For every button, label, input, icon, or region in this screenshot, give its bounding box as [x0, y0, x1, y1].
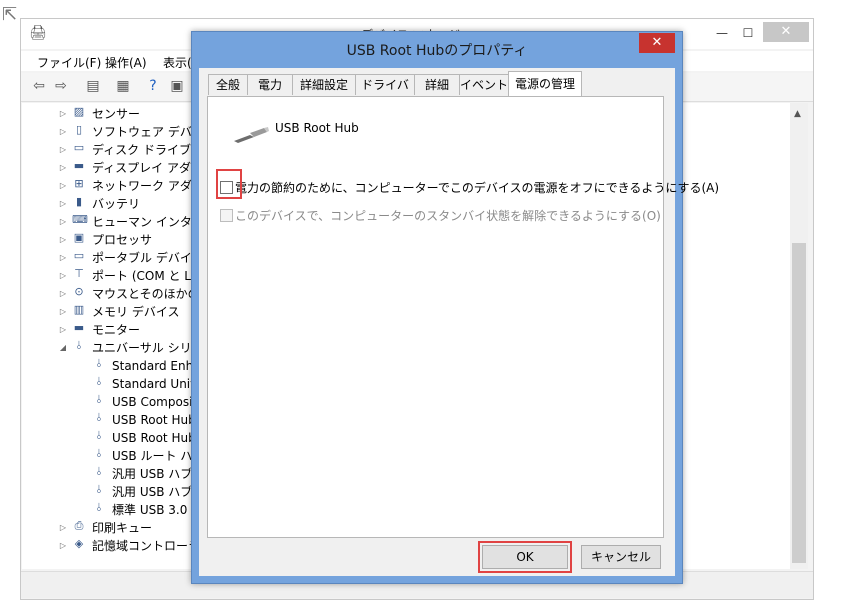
menu-file[interactable]: ファイル(F) — [37, 54, 101, 71]
checkbox-highlight-box — [216, 169, 242, 199]
tree-item-label: センサー — [92, 107, 141, 121]
scroll-up-icon[interactable]: ▲ — [794, 109, 801, 119]
expand-arrow-icon[interactable]: ▷ — [58, 321, 68, 339]
expand-arrow-icon[interactable]: ▷ — [58, 159, 68, 177]
tree-item-label: ディスク ドライブ — [92, 143, 191, 157]
tab-driver[interactable]: ドライバー — [355, 74, 415, 112]
expand-arrow-icon[interactable]: ▷ — [58, 285, 68, 303]
expand-arrow-icon[interactable]: ▷ — [58, 141, 68, 159]
portable-device-icon: ▭ — [73, 249, 85, 262]
processor-icon: ▣ — [73, 231, 85, 244]
usb-icon: ⫰ — [96, 483, 102, 496]
expand-arrow-icon[interactable]: ▷ — [58, 213, 68, 231]
tree-item-label: 印刷キュー — [92, 521, 153, 535]
minimize-icon[interactable]: — — [711, 25, 733, 41]
tree-item-label: USB Root Hub — [112, 431, 196, 445]
usb-device-icon — [234, 127, 269, 143]
tree-item-label: モニター — [92, 323, 141, 337]
properties-dialog: USB Root Hubのプロパティ ✕ 全般 電力 詳細設定 ドライバー 詳細… — [191, 31, 719, 584]
expand-arrow-icon[interactable]: ▷ — [58, 537, 68, 555]
monitor-icon: ▬ — [73, 321, 85, 334]
tree-item-label: 標準 USB 3.0 ( — [112, 503, 196, 517]
usb-icon: ⫰ — [76, 339, 82, 352]
maximize-icon[interactable]: ☐ — [737, 25, 759, 41]
usb-icon: ⫰ — [96, 411, 102, 424]
usb-icon: ⫰ — [96, 501, 102, 514]
device-manager-app-icon: 🖨 — [29, 25, 47, 41]
view-icon[interactable]: ▣ — [169, 78, 185, 94]
menu-action[interactable]: 操作(A) — [105, 54, 147, 71]
menu-view[interactable]: 表示( — [163, 54, 192, 71]
tab-power[interactable]: 電力 — [247, 74, 293, 95]
usb-icon: ⫰ — [96, 375, 102, 388]
tree-item-label: 汎用 USB ハブ — [112, 485, 193, 499]
display-adapter-icon: ▬ — [73, 159, 85, 172]
device-name: USB Root Hub — [275, 121, 359, 135]
mouse-icon: ⊙ — [74, 285, 84, 298]
tree-item-label: USB Composit — [112, 395, 198, 409]
usb-icon: ⫰ — [96, 465, 102, 478]
expand-arrow-icon[interactable]: ▷ — [58, 249, 68, 267]
ok-highlight-box — [478, 541, 572, 573]
scrollbar-thumb[interactable] — [792, 243, 806, 563]
dialog-close-icon[interactable]: ✕ — [639, 33, 675, 53]
power-management-panel: USB Root Hub 電力の節約のために、コンピューターでこのデバイスの電源… — [207, 96, 719, 538]
allow-wake-checkbox[interactable] — [220, 209, 233, 222]
expand-arrow-icon[interactable]: ▷ — [58, 303, 68, 321]
usb-icon: ⫰ — [96, 447, 102, 460]
expand-arrow-icon[interactable]: ▷ — [58, 267, 68, 285]
tree-item-label: メモリ デバイス — [92, 305, 180, 319]
window-close-icon[interactable]: ✕ — [763, 22, 809, 42]
software-device-icon: ▯ — [75, 123, 83, 136]
tab-general[interactable]: 全般 — [208, 74, 248, 95]
console-tree-icon[interactable]: ▤ — [85, 78, 101, 94]
network-adapter-icon: ⊞ — [74, 177, 84, 190]
tree-item-label: ポータブル デバイス — [92, 251, 204, 265]
cancel-button[interactable]: キャンセル — [581, 545, 661, 569]
storage-controller-icon: ◈ — [74, 537, 84, 550]
battery-icon: ▮ — [75, 195, 83, 208]
forward-arrow-icon[interactable]: ⇨ — [53, 78, 69, 94]
sensor-icon: ▨ — [73, 105, 85, 118]
memory-icon: ▥ — [73, 303, 85, 316]
dialog-body: 全般 電力 詳細設定 ドライバー 詳細 イベント USB Root Hub 電力… — [199, 68, 719, 576]
tab-events[interactable]: イベント — [459, 74, 509, 95]
collapse-arrow-icon[interactable]: ◢ — [58, 339, 68, 357]
expand-arrow-icon[interactable]: ▷ — [58, 195, 68, 213]
disk-drive-icon: ▭ — [73, 141, 85, 154]
tree-item-label: プロセッサ — [92, 233, 153, 247]
tab-details[interactable]: 詳細 — [414, 74, 460, 95]
allow-power-off-label[interactable]: 電力の節約のために、コンピューターでこのデバイスの電源をオフにできるようにする(… — [235, 179, 719, 196]
dialog-title: USB Root Hubのプロパティ — [346, 43, 528, 59]
properties-icon[interactable]: ▦ — [115, 78, 131, 94]
tab-advanced[interactable]: 詳細設定 — [292, 74, 356, 95]
help-icon[interactable]: ? — [145, 78, 161, 94]
tree-item-label: バッテリ — [92, 197, 141, 211]
tree-item-label: Standard Enha — [112, 359, 201, 373]
usb-icon: ⫰ — [96, 393, 102, 406]
mouse-cursor-icon: ⇱ — [2, 4, 18, 25]
tree-item-label: 汎用 USB ハブ — [112, 467, 193, 481]
expand-arrow-icon[interactable]: ▷ — [58, 177, 68, 195]
tab-power-management[interactable]: 電源の管理 — [508, 71, 582, 96]
expand-arrow-icon[interactable]: ▷ — [58, 231, 68, 249]
tree-item-label: ポート (COM と LPT — [92, 269, 206, 283]
usb-icon: ⫰ — [96, 429, 102, 442]
tree-item-label: Standard Univ — [112, 377, 198, 391]
expand-arrow-icon[interactable]: ▷ — [58, 123, 68, 141]
expand-arrow-icon[interactable]: ▷ — [58, 105, 68, 123]
usb-icon: ⫰ — [96, 357, 102, 370]
port-icon: ⊤ — [74, 267, 84, 280]
allow-wake-label: このデバイスで、コンピューターのスタンバイ状態を解除できるようにする(O) — [235, 209, 661, 223]
hid-icon: ⌨ — [72, 213, 88, 226]
printer-icon: ⎙ — [74, 519, 84, 532]
expand-arrow-icon[interactable]: ▷ — [58, 519, 68, 537]
tree-item-label: USB Root Hub — [112, 413, 196, 427]
back-arrow-icon[interactable]: ⇦ — [31, 78, 47, 94]
